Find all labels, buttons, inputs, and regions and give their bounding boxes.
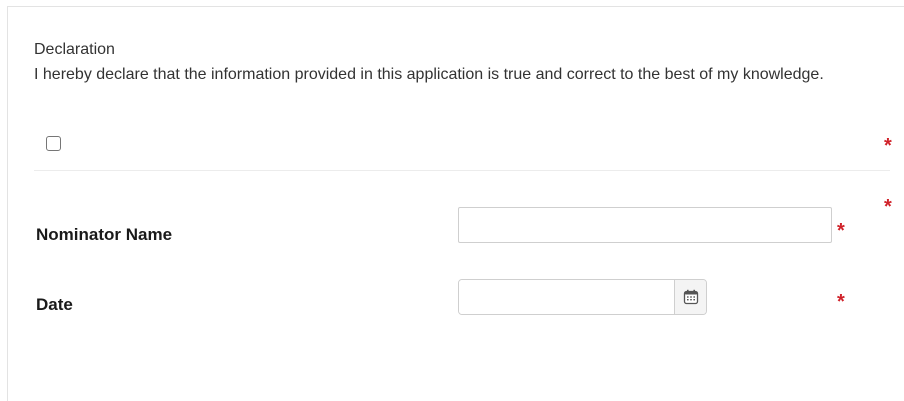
nominator-required-marker-outer: *	[884, 196, 892, 218]
divider	[34, 170, 890, 171]
date-required-marker: *	[837, 291, 845, 313]
declaration-title: Declaration	[34, 41, 115, 58]
declaration-required-marker: *	[884, 135, 892, 157]
nominator-required-marker: *	[837, 220, 845, 242]
date-input[interactable]	[459, 280, 674, 314]
date-label: Date	[36, 295, 73, 314]
nominator-name-input[interactable]	[458, 207, 832, 243]
calendar-button[interactable]	[674, 280, 706, 314]
declaration-checkbox[interactable]	[46, 136, 61, 151]
calendar-icon	[683, 289, 698, 305]
date-field	[458, 279, 707, 315]
declaration-text: I hereby declare that the information pr…	[34, 66, 824, 83]
nominator-name-label: Nominator Name	[36, 225, 173, 244]
